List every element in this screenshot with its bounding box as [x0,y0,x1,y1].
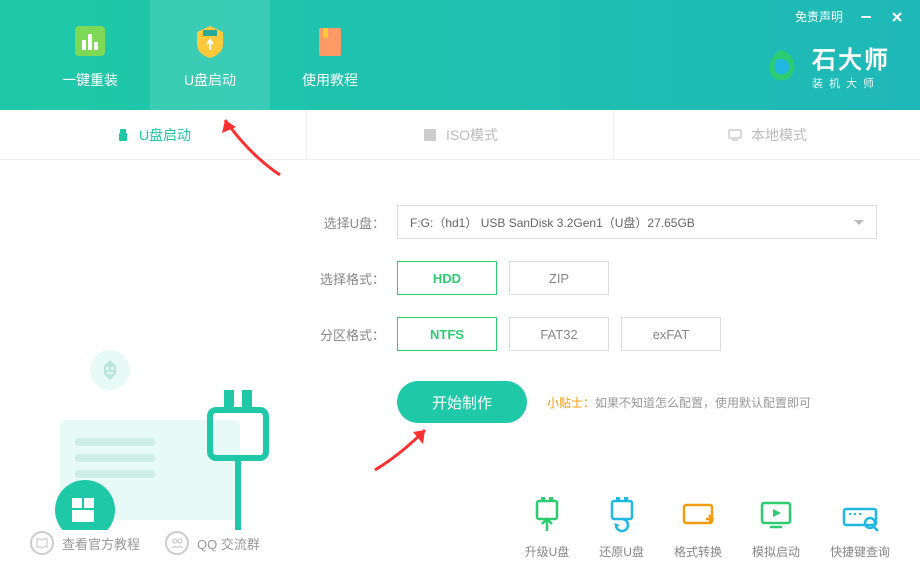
brand-title: 石大师 [812,40,890,75]
tool-restore-usb[interactable]: 还原U盘 [599,495,644,560]
iso-icon [422,127,438,143]
start-create-button[interactable]: 开始制作 [397,381,527,423]
partition-option-ntfs[interactable]: NTFS [397,317,497,351]
tool-format-convert[interactable]: 格式转换 [674,495,722,560]
format-option-hdd[interactable]: HDD [397,261,497,295]
select-udisk-label: 选择U盘： [310,213,385,232]
mode-tabs: U盘启动 ISO模式 本地模式 [0,110,920,160]
tool-bar: 升级U盘 还原U盘 格式转换 模拟启动 快捷键查询 [525,495,890,560]
tool-simulate-boot[interactable]: 模拟启动 [752,495,800,560]
bar-chart-icon [69,20,111,62]
usb-illustration [0,160,300,530]
brand-subtitle: 装机大师 [812,75,890,91]
partition-option-fat32[interactable]: FAT32 [509,317,609,351]
qq-group-link[interactable]: QQ 交流群 [165,531,260,555]
tab-reinstall[interactable]: 一键重装 [30,0,150,110]
minimize-button[interactable] [858,9,874,25]
book-icon [309,20,351,62]
disclaimer-link[interactable]: 免责声明 [795,8,843,25]
usb-icon [115,127,131,143]
upgrade-usb-icon [527,495,567,535]
keyboard-icon [840,495,880,535]
tab-label: 使用教程 [302,70,358,90]
tab-label: 一键重装 [62,70,118,90]
tip-text: 小贴士：如果不知道怎么配置，使用默认配置即可 [547,394,811,411]
subtab-local[interactable]: 本地模式 [614,110,920,159]
close-button[interactable] [889,9,905,25]
app-header: 一键重装 U盘启动 使用教程 免责声明 石大师 装机大师 [0,0,920,110]
monitor-icon [727,127,743,143]
official-tutorial-link[interactable]: 查看官方教程 [30,531,140,555]
subtab-usb-boot[interactable]: U盘启动 [0,110,307,159]
people-icon [165,531,189,555]
tab-usb-boot[interactable]: U盘启动 [150,0,270,110]
partition-option-exfat[interactable]: exFAT [621,317,721,351]
brand-logo: 石大师 装机大师 [762,40,890,91]
partition-format-label: 分区格式： [310,325,385,344]
udisk-select[interactable]: F:G:（hd1） USB SanDisk 3.2Gen1（U盘）27.65GB [397,205,877,239]
tool-hotkey-query[interactable]: 快捷键查询 [830,495,890,560]
tab-label: U盘启动 [184,70,236,90]
format-option-zip[interactable]: ZIP [509,261,609,295]
select-format-label: 选择格式： [310,269,385,288]
book-open-icon [30,531,54,555]
shield-icon [189,20,231,62]
restore-usb-icon [602,495,642,535]
convert-icon [678,495,718,535]
tab-tutorial[interactable]: 使用教程 [270,0,390,110]
subtab-iso[interactable]: ISO模式 [307,110,614,159]
tool-upgrade-usb[interactable]: 升级U盘 [525,495,570,560]
simulate-icon [756,495,796,535]
